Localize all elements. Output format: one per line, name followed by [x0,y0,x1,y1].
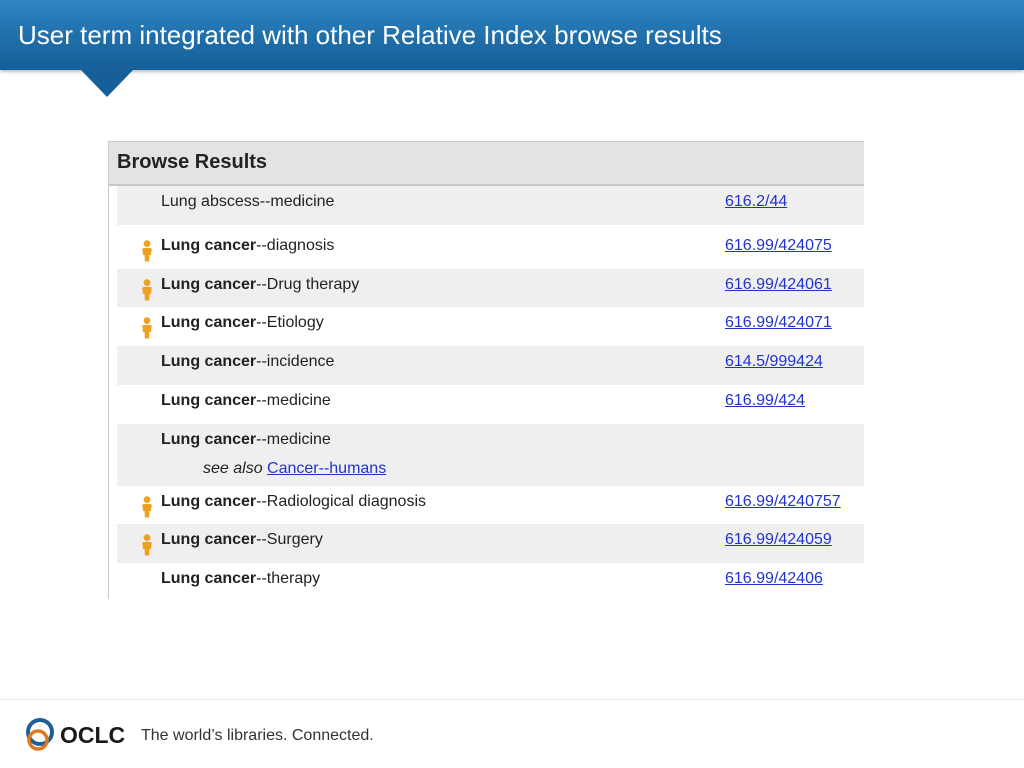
see-also-label: see also [203,460,263,477]
result-term-subheading: Lung abscess--medicine [161,193,335,210]
result-term-heading: Lung cancer [161,431,257,448]
browse-result-row: Lung cancer--Radiological diagnosis 616.9… [117,486,864,524]
result-term-subheading: --medicine [256,392,331,409]
result-term-subheading: --therapy [256,570,321,587]
result-term-heading: Lung cancer [161,237,257,254]
result-term-subheading: --Etiology [256,314,324,331]
result-term-subheading: --diagnosis [256,237,335,254]
browse-result-row: Lung cancer--therapy 616.99/42406 [117,563,864,599]
result-term: Lung cancer--Radiological diagnosis [161,493,426,511]
result-term-heading: Lung cancer [161,570,257,587]
browse-result-row: Lung abscess--medicine 616.2/44 [117,186,864,225]
result-term: Lung cancer--Drug therapy [161,276,359,294]
slide-title-bar: User term integrated with other Relative… [0,0,1024,70]
oclc-logo-icon: OCLC [26,718,125,751]
result-term-heading: Lung cancer [161,353,257,370]
result-term-subheading: --Surgery [256,531,323,548]
class-number-link[interactable]: 616.99/424061 [725,276,832,294]
result-term: Lung cancer--incidence [161,353,334,371]
browse-result-row: Lung cancer--diagnosis 616.99/424075 [117,230,864,269]
result-term-heading: Lung cancer [161,276,257,293]
result-term: Lung cancer--therapy [161,570,320,588]
user-term-person-icon [141,279,153,301]
result-term: Lung cancer--diagnosis [161,237,334,255]
result-term: Lung cancer--Surgery [161,531,323,549]
result-term-subheading: --Drug therapy [256,276,360,293]
class-number-link[interactable]: 614.5/999424 [725,353,823,371]
class-number-link[interactable]: 616.99/424075 [725,237,832,255]
class-number-link[interactable]: 616.99/424 [725,392,805,410]
title-pointer [80,69,134,97]
class-number-link[interactable]: 616.99/42406 [725,570,823,588]
class-number-link[interactable]: 616.99/424059 [725,531,832,549]
browse-results-title: Browse Results [117,151,268,173]
browse-result-row: Lung cancer--medicine 616.99/424 [117,385,864,424]
result-term: Lung cancer--medicine [161,392,331,410]
class-number-link[interactable]: 616.2/44 [725,193,787,211]
result-term-heading: Lung cancer [161,314,257,331]
footer-tagline: The world’s libraries. Connected. [141,727,374,744]
browse-results-header: Browse Results [109,142,864,186]
footer-divider [0,699,1024,700]
logo-text: OCLC [60,722,125,748]
browse-result-row: Lung cancer--Drug therapy 616.99/424061 [117,269,864,307]
result-term: Lung abscess--medicine [161,193,334,211]
result-term-heading: Lung cancer [161,392,257,409]
class-number-link[interactable]: 616.99/4240757 [725,493,841,511]
user-term-person-icon [141,317,153,339]
result-term-heading: Lung cancer [161,531,257,548]
browse-results-panel: Browse Results Lung abscess--medicine 616… [108,141,864,599]
result-term-subheading: --Radiological diagnosis [256,493,427,510]
result-term: Lung cancer--medicine [161,431,331,449]
result-term-subheading: --medicine [256,431,331,448]
result-term-heading: Lung cancer [161,493,257,510]
result-term: Lung cancer--Etiology [161,314,324,332]
user-term-person-icon [141,240,153,262]
browse-result-row: Lung cancer--Surgery 616.99/424059 [117,524,864,563]
user-term-person-icon [141,534,153,556]
see-also-line: see also Cancer--humans [203,460,386,478]
user-term-person-icon [141,496,153,518]
browse-result-row: Lung cancer--medicine see also Cancer--hu… [117,424,864,486]
browse-result-row: Lung cancer--incidence 614.5/999424 [117,346,864,385]
result-term-subheading: --incidence [256,353,335,370]
class-number-link[interactable]: 616.99/424071 [725,314,832,332]
see-also-link[interactable]: Cancer--humans [267,460,386,477]
browse-result-row: Lung cancer--Etiology 616.99/424071 [117,307,864,346]
slide-title: User term integrated with other Relative… [18,20,722,50]
